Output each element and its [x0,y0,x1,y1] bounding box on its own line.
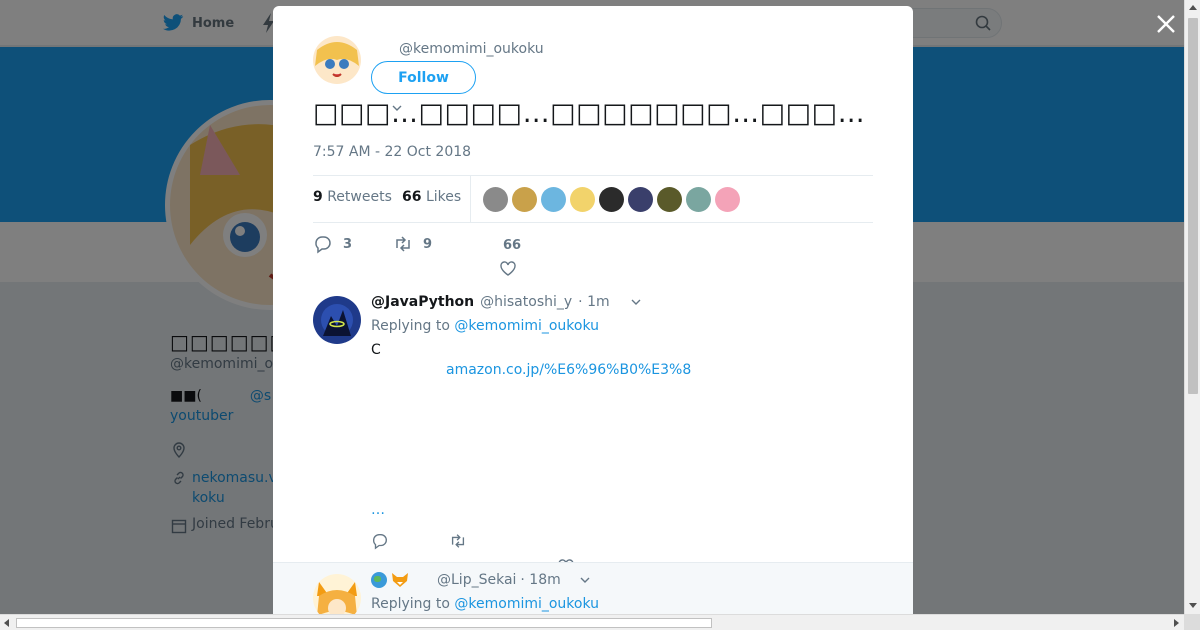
reply-author-name[interactable]: @JavaPython [371,294,474,310]
scroll-up-arrow-icon[interactable] [1189,5,1197,10]
reply-icon[interactable] [371,532,389,550]
retweet-icon [396,236,410,252]
reply-avatar[interactable] [313,574,361,614]
replying-to: Replying to @kemomimi_oukoku [371,318,599,334]
retweet-icon[interactable] [449,532,467,550]
replying-to: Replying to @kemomimi_oukoku [371,596,599,612]
reply-actions [371,532,467,550]
anime-avatar-image [313,36,361,84]
likes-stat[interactable]: 66 Likes [402,189,461,205]
reply-text: C [371,342,381,358]
reply-header: @JavaPython @hisatoshi_y · 1m [371,294,642,310]
tweet-actions: 3 9 66 [313,234,873,276]
liker-avatar[interactable] [570,187,595,212]
tweet-timestamp: 7:57 AM - 22 Oct 2018 [313,144,472,160]
close-icon[interactable] [1154,12,1178,36]
chevron-down-icon[interactable] [579,574,591,586]
fox-girl-avatar-image [313,574,361,614]
replying-to-label: Replying to [371,596,450,612]
chevron-down-icon[interactable] [630,296,642,308]
tweet-modal: @kemomimi_oukoku Follow □□□…□□□□…□□□□□□□… [273,6,913,614]
tweet-stats: 9 Retweets 66 Likes [313,175,873,223]
reply-time[interactable]: · 1m [578,294,609,310]
reply-time[interactable]: · 18m [520,572,560,588]
liker-avatar[interactable] [512,187,537,212]
likes-label: Likes [425,189,462,205]
reply-header: @Lip_Sekai · 18m [371,572,591,588]
scroll-down-arrow-icon[interactable] [1189,603,1197,608]
globe-emoji-icon [371,572,387,588]
reply-count: 3 [343,236,353,252]
liker-avatar[interactable] [715,187,740,212]
retweet-button[interactable]: 9 [393,234,432,254]
liker-avatar[interactable] [483,187,508,212]
retweets-label: Retweets [327,189,392,205]
fox-emoji-icon [392,573,408,587]
horizontal-scroll-thumb[interactable] [16,618,712,628]
stats-divider [470,176,471,222]
horizontal-scrollbar[interactable] [0,614,1184,630]
reply-author-handle[interactable]: @hisatoshi_y [480,294,572,310]
replying-to-mention[interactable]: @kemomimi_oukoku [454,318,599,334]
reply-author-handle[interactable]: @Lip_Sekai [437,572,516,588]
author-avatar[interactable] [313,36,361,84]
like-count: 66 [503,238,522,253]
liker-avatar[interactable] [686,187,711,212]
liker-avatar[interactable] [599,187,624,212]
liker-avatar[interactable] [541,187,566,212]
replying-to-label: Replying to [371,318,450,334]
follow-button[interactable]: Follow [371,61,476,94]
retweet-count: 9 [423,236,433,252]
likers-avatars [483,187,740,212]
scroll-left-arrow-icon[interactable] [4,619,9,627]
reply-link[interactable]: amazon.co.jp/%E6%96%B0%E3%8 [446,362,691,378]
scroll-right-arrow-icon[interactable] [1174,619,1179,627]
retweets-count: 9 [313,189,323,205]
retweets-stat[interactable]: 9 Retweets [313,189,392,205]
tweet-text: □□□…□□□□…□□□□□□□…□□□… [313,98,866,129]
heart-icon[interactable] [499,260,517,278]
author-handle[interactable]: @kemomimi_oukoku [399,41,544,57]
reply-button[interactable]: 3 [313,234,352,254]
scrollbar-corner [1184,614,1200,630]
liker-avatar[interactable] [628,187,653,212]
reply-avatar[interactable] [313,296,361,344]
reply-more-link[interactable]: … [371,502,385,518]
replying-to-mention[interactable]: @kemomimi_oukoku [454,596,599,612]
vertical-scroll-thumb[interactable] [1188,18,1198,394]
reply-icon [315,236,331,254]
vertical-scrollbar[interactable] [1184,0,1200,614]
dark-silhouette-avatar-image [313,296,361,344]
liker-avatar[interactable] [657,187,682,212]
likes-count: 66 [402,189,422,205]
